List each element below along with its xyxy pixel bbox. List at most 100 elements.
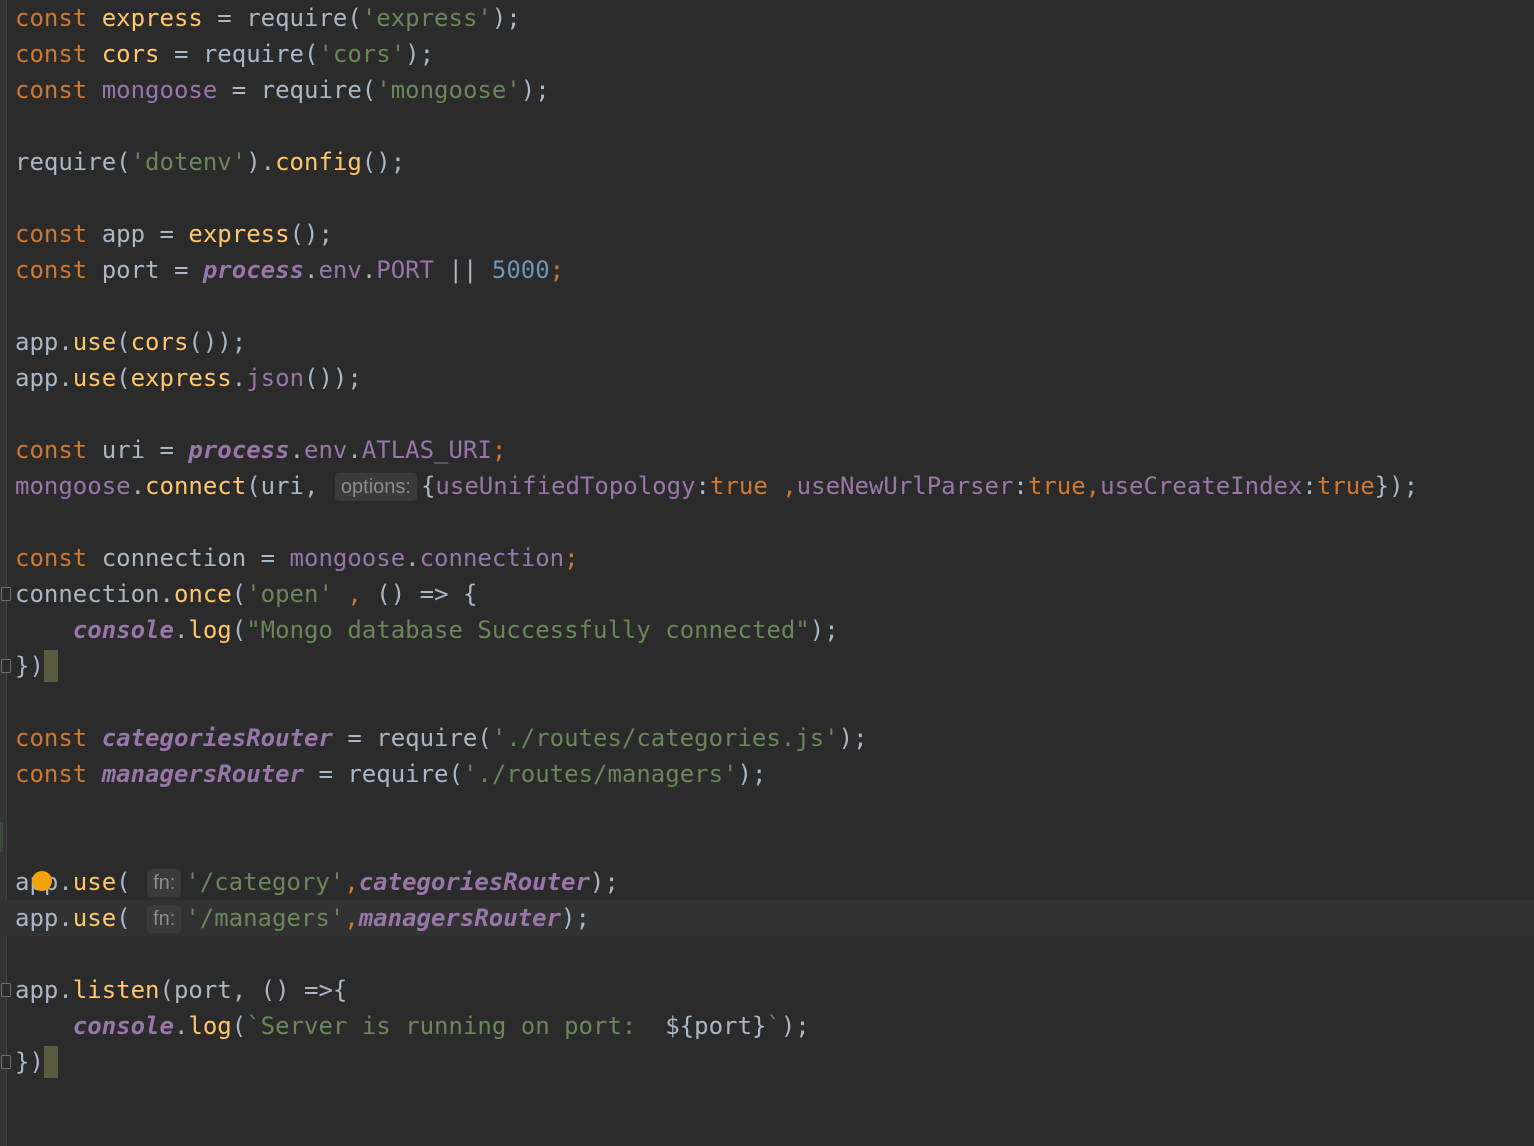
code-token: ( xyxy=(116,328,131,356)
code-token: ` xyxy=(766,1012,781,1040)
code-line[interactable] xyxy=(15,792,1534,828)
code-token: ()); xyxy=(188,328,247,356)
code-token: }) xyxy=(15,1048,44,1076)
code-line[interactable]: }) xyxy=(1,1044,1534,1080)
code-line[interactable]: const express = require('express'); xyxy=(15,0,1534,36)
fold-toggle-icon[interactable] xyxy=(1,1055,11,1069)
code-token: app. xyxy=(15,904,73,932)
code-token: ); xyxy=(589,868,619,896)
fold-toggle-icon[interactable] xyxy=(1,587,11,601)
code-token: console xyxy=(72,616,174,644)
code-token: categoriesRouter xyxy=(358,868,590,896)
code-token: use xyxy=(72,364,117,392)
code-token: true xyxy=(1316,472,1375,500)
code-line[interactable] xyxy=(15,828,1534,864)
code-token: '/managers' xyxy=(185,904,345,932)
code-token: log xyxy=(188,616,232,644)
code-token: || xyxy=(434,256,492,284)
code-line[interactable]: }) xyxy=(1,648,1534,684)
code-token: process xyxy=(188,436,290,464)
vcs-change-marker xyxy=(0,822,3,852)
fold-toggle-icon[interactable] xyxy=(1,983,11,997)
code-token: true xyxy=(709,472,768,500)
code-token: const xyxy=(15,544,102,572)
code-line[interactable] xyxy=(15,936,1534,972)
code-token: . xyxy=(405,544,420,572)
code-line[interactable]: app.use(cors()); xyxy=(15,324,1534,360)
fold-toggle-icon[interactable] xyxy=(1,659,11,673)
code-token: './routes/categories.js' xyxy=(491,724,839,752)
code-line[interactable] xyxy=(15,684,1534,720)
code-line[interactable]: app.use(express.json()); xyxy=(15,360,1534,396)
code-token: = require( xyxy=(159,40,319,68)
code-token: listen xyxy=(72,976,160,1004)
code-token: ${port} xyxy=(665,1012,767,1040)
code-line[interactable] xyxy=(15,180,1534,216)
code-token: (); xyxy=(361,148,406,176)
code-token: config xyxy=(275,148,362,176)
code-token: console xyxy=(72,1012,174,1040)
code-token: port = xyxy=(101,256,203,284)
code-lines[interactable]: const express = require('express'); const… xyxy=(0,0,1534,1080)
code-token: ( xyxy=(116,364,131,392)
code-token: ); xyxy=(561,904,590,932)
code-token: { xyxy=(420,472,436,500)
code-token: () => { xyxy=(376,580,478,608)
code-token: 5000 xyxy=(491,256,550,284)
parameter-hint: fn: xyxy=(147,905,182,933)
code-line[interactable]: const connection = mongoose.connection; xyxy=(15,540,1534,576)
code-line[interactable]: const categoriesRouter = require('./rout… xyxy=(15,720,1534,756)
code-line[interactable]: const app = express(); xyxy=(15,216,1534,252)
code-token: useUnifiedTopology xyxy=(435,472,696,500)
code-line[interactable]: console.log(`Server is running on port: … xyxy=(15,1008,1534,1044)
code-line[interactable] xyxy=(15,108,1534,144)
code-token: app. xyxy=(15,328,73,356)
code-line[interactable]: require('dotenv').config(); xyxy=(15,144,1534,180)
code-token: app = xyxy=(101,220,189,248)
code-token: connection. xyxy=(15,580,174,608)
code-token: . xyxy=(347,436,362,464)
code-line[interactable]: mongoose.connect(uri, options: {useUnifie… xyxy=(15,468,1534,504)
code-token: `Server is running on port: xyxy=(246,1012,666,1040)
code-token: 'open' xyxy=(246,580,333,608)
code-line[interactable]: app.listen(port, () =>{ xyxy=(1,972,1534,1008)
code-token: cors xyxy=(101,40,160,68)
code-line[interactable]: console.log("Mongo database Successfully… xyxy=(15,612,1534,648)
code-line[interactable]: connection.once('open' , () => { xyxy=(1,576,1534,612)
code-token: ); xyxy=(520,76,550,104)
parameter-hint: options: xyxy=(334,473,417,501)
intention-bulb-icon[interactable] xyxy=(32,871,52,891)
parameter-hint: fn: xyxy=(147,869,182,897)
code-editor[interactable]: const express = require('express'); const… xyxy=(0,0,1534,1146)
code-token: . xyxy=(130,472,146,500)
code-token: (uri, xyxy=(246,472,333,500)
code-token: process xyxy=(202,256,305,284)
editor-gutter xyxy=(0,0,7,1146)
code-line[interactable]: const uri = process.env.ATLAS_URI; xyxy=(15,432,1534,468)
code-token: "Mongo database Successfully connected" xyxy=(246,616,810,644)
code-line[interactable]: app.use( fn: '/managers',managersRouter); xyxy=(0,900,1534,936)
code-token: = require( xyxy=(332,724,492,752)
code-token: ); xyxy=(780,1012,810,1040)
code-token: . xyxy=(173,616,189,644)
code-token: () =>{ xyxy=(260,976,348,1004)
code-line[interactable]: const managersRouter = require('./routes… xyxy=(15,756,1534,792)
code-line[interactable]: const cors = require('cors'); xyxy=(15,36,1534,72)
code-token: : xyxy=(695,472,710,500)
code-line[interactable]: app.use( fn:'/category',categoriesRouter… xyxy=(15,864,1534,900)
code-line[interactable] xyxy=(15,288,1534,324)
code-line[interactable] xyxy=(15,396,1534,432)
code-token: mongoose xyxy=(101,76,218,104)
code-token: , xyxy=(332,580,377,608)
code-line[interactable] xyxy=(15,504,1534,540)
code-token: useNewUrlParser xyxy=(796,472,1014,500)
code-token: useCreateIndex xyxy=(1100,472,1303,500)
code-token: json xyxy=(246,364,305,392)
code-token: './routes/managers' xyxy=(462,760,738,788)
code-line[interactable]: const mongoose = require('mongoose'); xyxy=(15,72,1534,108)
code-token: const xyxy=(15,4,102,32)
code-line[interactable]: const port = process.env.PORT || 5000; xyxy=(15,252,1534,288)
code-token: categoriesRouter xyxy=(101,724,333,752)
code-token: (port, xyxy=(159,976,261,1004)
code-token: . xyxy=(361,256,377,284)
